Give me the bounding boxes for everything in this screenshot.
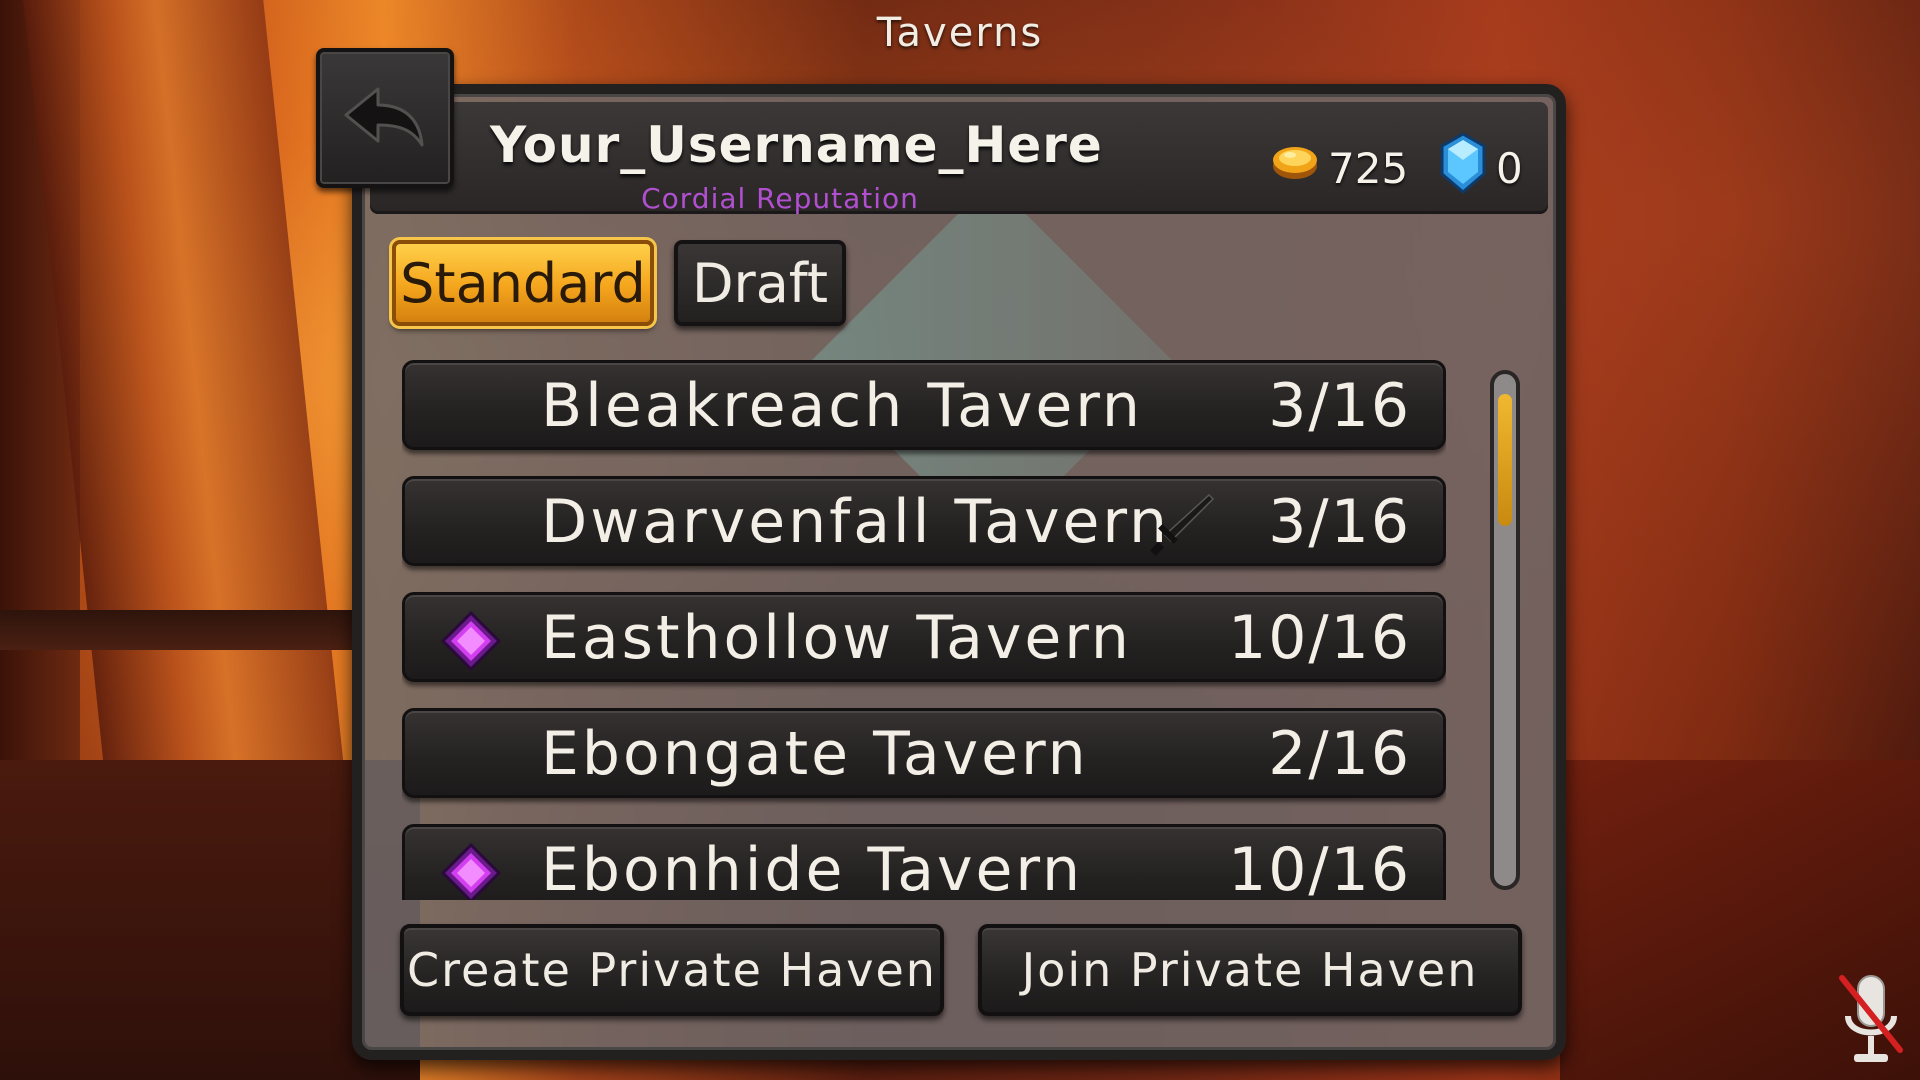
screen-title: Taverns	[876, 10, 1044, 56]
sword-icon	[1149, 493, 1215, 557]
tavern-player-count: 2/16	[1268, 719, 1411, 789]
scroll-track[interactable]	[1490, 370, 1520, 890]
tavern-name: Ebonhide Tavern	[541, 835, 1084, 900]
reputation-label: Cordial Reputation	[641, 182, 919, 215]
tavern-list: Bleakreach Tavern 3/16 Dwarvenfall Taver…	[402, 360, 1446, 900]
tab-standard[interactable]: Standard	[392, 240, 654, 326]
player-header: Your_Username_Here Cordial Reputation 72…	[370, 102, 1548, 215]
gem-amount: 0	[1496, 144, 1523, 193]
join-private-haven-button[interactable]: Join Private Haven	[978, 924, 1522, 1016]
tavern-row[interactable]: Bleakreach Tavern 3/16	[402, 360, 1446, 450]
username: Your_Username_Here	[490, 116, 1103, 174]
tavern-row[interactable]: Easthollow Tavern 10/16	[402, 592, 1446, 682]
taverns-panel: Your_Username_Here Cordial Reputation 72…	[352, 84, 1566, 1060]
tavern-player-count: 3/16	[1268, 371, 1411, 441]
tavern-name: Ebongate Tavern	[541, 719, 1089, 789]
tavern-player-count: 3/16	[1268, 487, 1411, 557]
scroll-thumb[interactable]	[1498, 394, 1512, 526]
tavern-player-count: 10/16	[1228, 835, 1411, 900]
tab-draft[interactable]: Draft	[674, 240, 846, 326]
back-arrow-icon	[344, 87, 424, 147]
purple-gem-icon	[441, 843, 501, 900]
tavern-row[interactable]: Dwarvenfall Tavern 3/16	[402, 476, 1446, 566]
purple-gem-icon	[441, 611, 501, 671]
blue-gem-icon	[1440, 132, 1486, 194]
gold-coin-icon	[1273, 147, 1317, 179]
tavern-player-count: 10/16	[1228, 603, 1411, 673]
background-beam	[0, 610, 360, 650]
tavern-row[interactable]: Ebongate Tavern 2/16	[402, 708, 1446, 798]
tavern-name: Dwarvenfall Tavern	[541, 487, 1171, 557]
tavern-list-scrollbar[interactable]	[1478, 360, 1532, 900]
back-button[interactable]	[316, 48, 454, 188]
create-private-haven-button[interactable]: Create Private Haven	[400, 924, 944, 1016]
tavern-row[interactable]: Ebonhide Tavern 10/16	[402, 824, 1446, 900]
tavern-name: Easthollow Tavern	[541, 603, 1132, 673]
microphone-muted-icon[interactable]	[1836, 970, 1906, 1070]
tavern-name: Bleakreach Tavern	[541, 371, 1143, 441]
gold-amount: 725	[1328, 144, 1409, 193]
